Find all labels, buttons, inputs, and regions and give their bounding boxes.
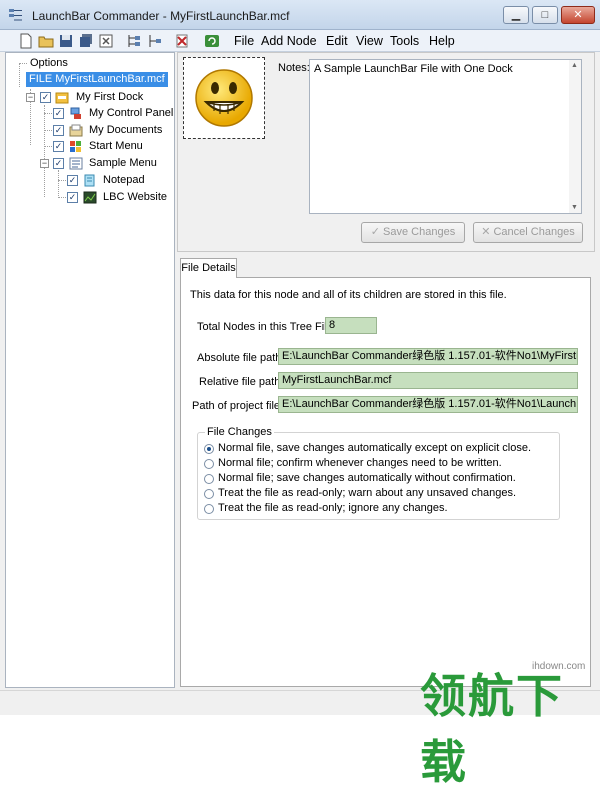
smiley-icon xyxy=(195,69,253,127)
tab-file-details[interactable]: File Details xyxy=(180,258,237,278)
collapse-toggle[interactable]: − xyxy=(26,93,35,102)
menu-help[interactable]: Help xyxy=(429,33,455,49)
relative-path-label: Relative file path: xyxy=(199,376,284,388)
cancel-changes-label: Cancel Changes xyxy=(493,226,575,238)
save-all-icon[interactable] xyxy=(78,33,94,49)
new-file-icon[interactable] xyxy=(18,33,34,49)
checkbox[interactable]: ✓ xyxy=(53,158,64,169)
checkmark-icon: ✓ xyxy=(370,226,384,238)
delete-node-icon[interactable] xyxy=(174,33,190,49)
watermark-url: ihdown.com xyxy=(532,661,586,672)
collapse-toggle[interactable]: − xyxy=(40,159,49,168)
radio-option-1[interactable] xyxy=(204,444,214,454)
radio-label: Normal file; save changes automatically … xyxy=(218,472,516,484)
menu-add-node[interactable]: Add Node xyxy=(261,33,317,49)
tree-item-label[interactable]: My Documents xyxy=(89,123,162,138)
checkbox[interactable]: ✓ xyxy=(40,92,51,103)
add-child-node-icon[interactable] xyxy=(126,33,142,49)
total-nodes-field[interactable]: 8 xyxy=(325,317,377,334)
tree-item-label[interactable]: My First Dock xyxy=(76,90,143,105)
notes-label: Notes: xyxy=(278,62,310,74)
radio-option-2[interactable] xyxy=(204,459,214,469)
absolute-path-field[interactable]: E:\LaunchBar Commander绿色版 1.157.01-软件No1… xyxy=(278,348,578,365)
relative-path-field[interactable]: MyFirstLaunchBar.mcf xyxy=(278,372,578,389)
window-title: LaunchBar Commander - MyFirstLaunchBar.m… xyxy=(32,9,290,23)
refresh-icon[interactable] xyxy=(204,33,220,49)
save-changes-label: Save Changes xyxy=(383,226,456,238)
notes-textarea[interactable]: A Sample LaunchBar File with One Dock xyxy=(309,59,582,214)
checkbox[interactable]: ✓ xyxy=(67,192,78,203)
checkbox[interactable]: ✓ xyxy=(67,175,78,186)
radio-option-3[interactable] xyxy=(204,474,214,484)
radio-label: Treat the file as read-only; ignore any … xyxy=(218,502,448,514)
dock-icon xyxy=(55,92,69,104)
checkbox[interactable]: ✓ xyxy=(53,141,64,152)
add-sibling-node-icon[interactable] xyxy=(146,33,162,49)
radio-label: Normal file; confirm whenever changes ne… xyxy=(218,457,502,469)
radio-label: Treat the file as read-only; warn about … xyxy=(218,487,516,499)
menu-icon xyxy=(69,157,83,170)
menu-view[interactable]: View xyxy=(356,33,383,49)
checkbox[interactable]: ✓ xyxy=(53,125,64,136)
website-icon xyxy=(83,191,97,204)
menu-file[interactable]: File xyxy=(234,33,254,49)
notes-scrollbar[interactable]: ▲ ▼ xyxy=(569,60,581,213)
menu-tools[interactable]: Tools xyxy=(390,33,419,49)
open-folder-icon[interactable] xyxy=(38,33,54,49)
control-panel-icon xyxy=(70,107,81,119)
radio-label: Normal file, save changes automatically … xyxy=(218,442,532,454)
tree-item-label[interactable]: Notepad xyxy=(103,173,145,188)
maximize-button[interactable]: □ xyxy=(532,6,558,24)
project-path-label: Path of project file: xyxy=(192,400,284,412)
minimize-button[interactable]: ▁ xyxy=(503,6,529,24)
absolute-path-label: Absolute file path: xyxy=(197,352,285,364)
file-changes-options: Normal file, save changes automatically … xyxy=(204,442,554,517)
menu-edit[interactable]: Edit xyxy=(326,33,348,49)
toolbar: File Add Node Edit View Tools Help xyxy=(0,30,600,52)
start-menu-icon xyxy=(70,141,81,152)
notepad-icon xyxy=(84,174,95,187)
radio-option-5[interactable] xyxy=(204,504,214,514)
tree-item-label[interactable]: LBC Website xyxy=(103,190,167,205)
node-icon-picker[interactable] xyxy=(183,57,265,139)
tree-item-label[interactable]: Sample Menu xyxy=(89,156,157,171)
file-changes-title: File Changes xyxy=(205,426,274,438)
total-nodes-label: Total Nodes in this Tree File: xyxy=(197,321,336,333)
close-button[interactable]: ✕ xyxy=(561,6,595,24)
radio-option-4[interactable] xyxy=(204,489,214,499)
title-bar: LaunchBar Commander - MyFirstLaunchBar.m… xyxy=(0,0,600,30)
app-icon xyxy=(9,9,22,21)
close-file-icon[interactable] xyxy=(98,33,114,49)
cancel-changes-button[interactable]: ✕ Cancel Changes xyxy=(473,222,583,243)
project-path-field[interactable]: E:\LaunchBar Commander绿色版 1.157.01-软件No1… xyxy=(278,396,578,413)
tree-item-label[interactable]: Start Menu xyxy=(89,139,143,154)
documents-icon xyxy=(69,124,83,137)
checkbox[interactable]: ✓ xyxy=(53,108,64,119)
node-tree[interactable]: Options FILE MyFirstLaunchBar.mcf − ✓ My… xyxy=(5,52,175,688)
tree-item-file[interactable]: FILE MyFirstLaunchBar.mcf xyxy=(26,72,168,87)
save-changes-button[interactable]: ✓ Save Changes xyxy=(361,222,465,243)
tree-item-label[interactable]: My Control Panel xyxy=(89,106,173,121)
intro-text: This data for this node and all of its c… xyxy=(190,289,507,301)
tree-item-options[interactable]: Options xyxy=(30,56,68,71)
cancel-x-icon: ✕ xyxy=(481,226,494,238)
save-icon[interactable] xyxy=(58,33,74,49)
watermark-brand: 领航下载 xyxy=(420,669,564,789)
